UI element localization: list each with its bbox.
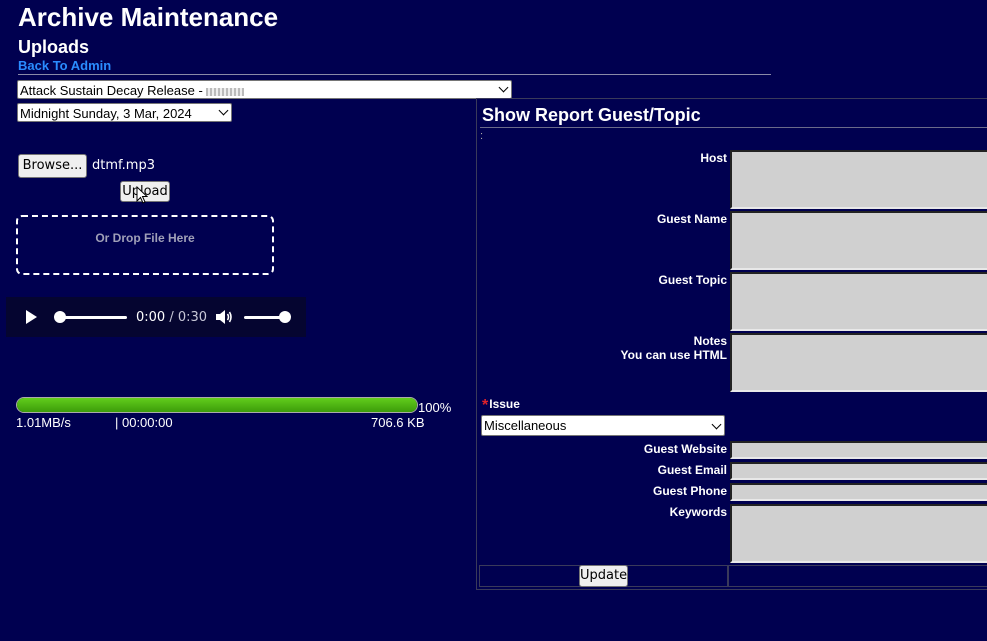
time-separator: / (165, 310, 178, 325)
selected-file-name: dtmf.mp3 (92, 158, 155, 173)
guest-topic-field[interactable] (730, 272, 987, 331)
back-to-admin-link[interactable]: Back To Admin (18, 58, 111, 73)
show-select[interactable]: Attack Sustain Decay Release - (17, 80, 512, 99)
play-icon[interactable] (26, 310, 37, 324)
host-label: Host (700, 151, 727, 165)
required-marker: * (482, 397, 489, 414)
update-row-cell-empty (728, 565, 987, 587)
mouse-cursor-icon (136, 186, 148, 204)
time-display: 0:00 / 0:30 (136, 310, 207, 325)
upload-progress-fill (17, 398, 417, 412)
host-field[interactable] (730, 150, 987, 209)
seek-slider-thumb[interactable] (54, 311, 66, 323)
show-select-value: Attack Sustain Decay Release - (20, 83, 203, 98)
keywords-field[interactable] (730, 504, 987, 563)
chevron-down-icon (498, 82, 509, 93)
file-size: 706.6 KB (371, 415, 425, 430)
notes-label: Notes You can use HTML (482, 334, 727, 362)
chevron-down-icon (218, 105, 229, 116)
upload-progress-bar (16, 397, 418, 413)
guest-phone-label: Guest Phone (652, 484, 727, 498)
volume-icon[interactable] (215, 309, 233, 325)
issue-label: *Issue (482, 397, 520, 415)
update-button[interactable]: Update (579, 565, 628, 587)
page-title: Archive Maintenance (18, 2, 279, 32)
notes-label-text: Notes (693, 334, 727, 348)
notes-hint: You can use HTML (620, 348, 727, 362)
keywords-label: Keywords (669, 505, 727, 519)
elapsed-time: | 00:00:00 (115, 415, 173, 430)
guest-website-field[interactable] (730, 441, 987, 459)
progress-percent: 100% (418, 400, 452, 415)
guest-email-field[interactable] (730, 462, 987, 480)
seek-slider[interactable] (56, 316, 127, 319)
report-title: Show Report Guest/Topic (482, 105, 701, 125)
duration: 0:30 (177, 310, 208, 325)
header-divider (18, 74, 771, 75)
guest-phone-field[interactable] (730, 483, 987, 501)
current-time: 0:00 (136, 310, 166, 325)
volume-slider-thumb[interactable] (279, 311, 291, 323)
section-title: Uploads (18, 37, 90, 57)
guest-name-label: Guest Name (656, 212, 727, 226)
browse-button[interactable]: Browse... (18, 154, 87, 178)
report-colon: : (480, 130, 484, 142)
date-select-value: Midnight Sunday, 3 Mar, 2024 (20, 106, 192, 121)
chevron-down-icon (711, 419, 722, 430)
date-select[interactable]: Midnight Sunday, 3 Mar, 2024 (17, 103, 232, 122)
drop-zone-label: Or Drop File Here (95, 231, 195, 245)
guest-topic-label: Guest Topic (658, 273, 727, 287)
report-divider (480, 127, 987, 128)
redacted-text (205, 87, 244, 96)
notes-field[interactable] (730, 333, 987, 392)
upload-speed: 1.01MB/s (16, 415, 71, 430)
guest-website-label: Guest Website (643, 442, 727, 456)
file-drop-zone[interactable] (16, 215, 274, 275)
issue-select[interactable]: Miscellaneous (481, 415, 725, 436)
guest-name-field[interactable] (730, 211, 987, 270)
issue-select-value: Miscellaneous (484, 418, 567, 433)
guest-email-label: Guest Email (657, 463, 727, 477)
issue-label-text: Issue (489, 397, 520, 411)
